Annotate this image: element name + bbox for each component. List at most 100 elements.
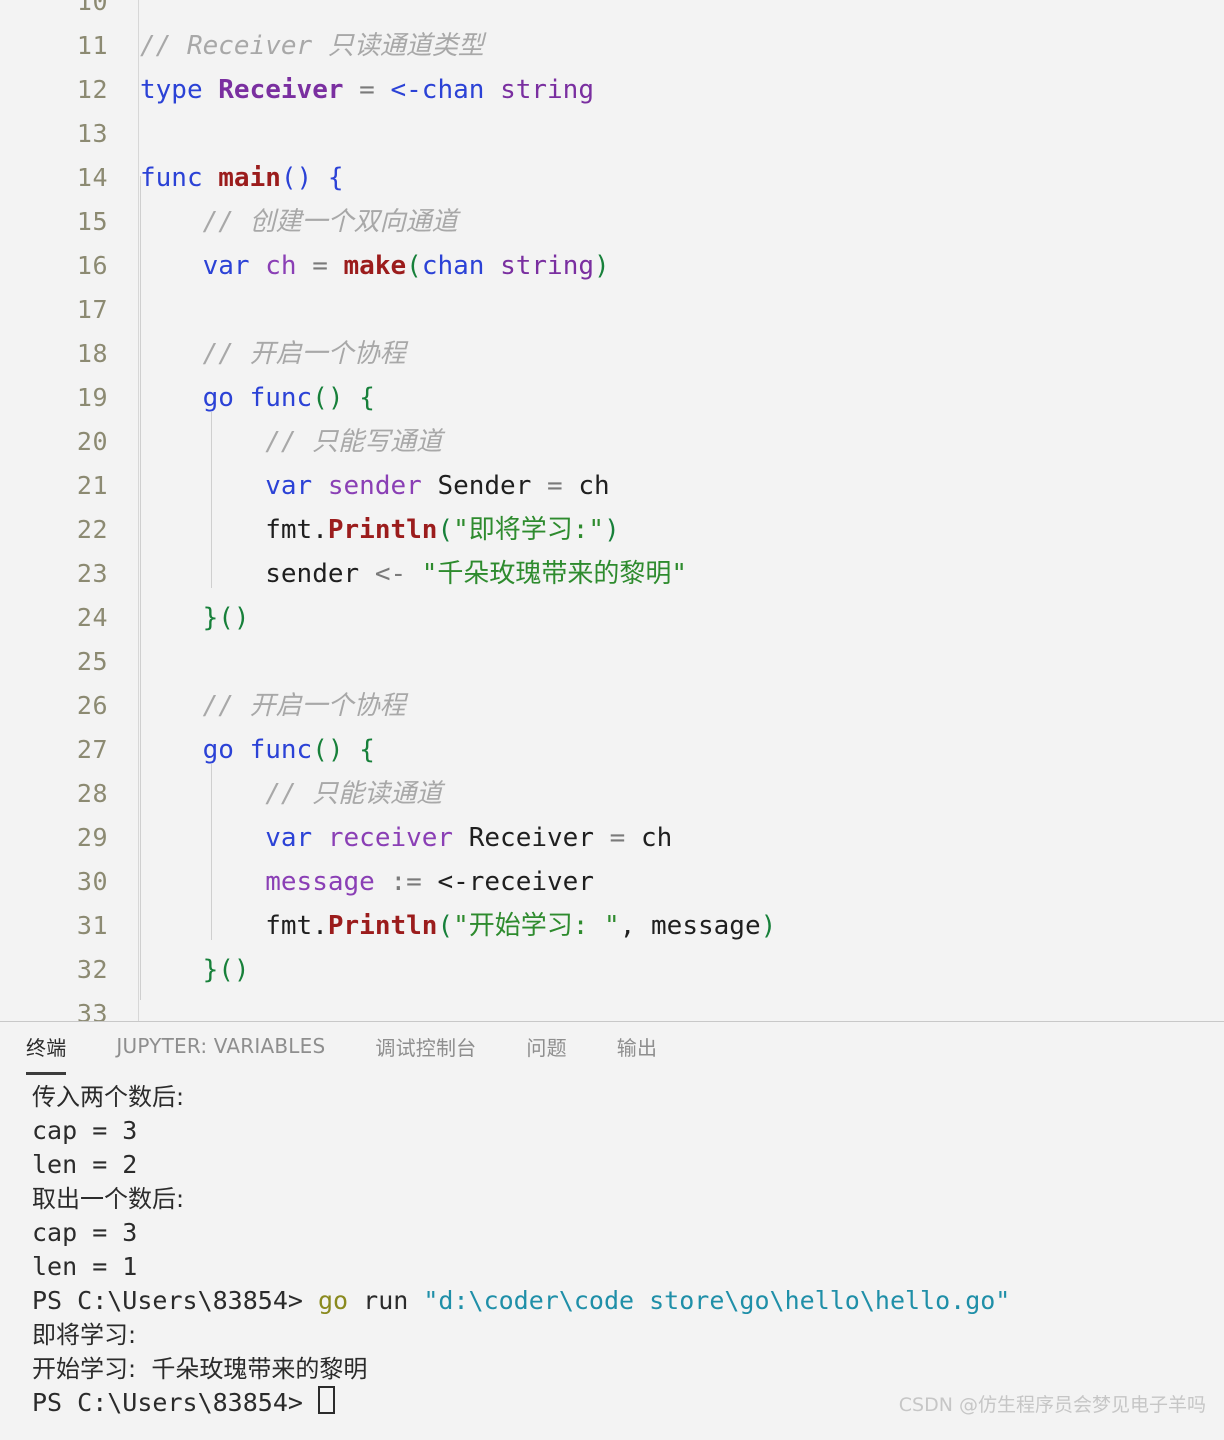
- code-token: ): [760, 911, 777, 941]
- code-token: // 只能读通道: [140, 779, 443, 809]
- indent-guide: [140, 176, 141, 1000]
- terminal-line: 即将学习:: [32, 1318, 1224, 1352]
- terminal-output[interactable]: 传入两个数后: cap = 3 len = 2 取出一个数后: cap = 3 len =…: [0, 1080, 1224, 1440]
- line-number: 10: [76, 0, 108, 16]
- code-line[interactable]: 26 // 开启一个协程: [0, 684, 1224, 728]
- line-number: 25: [76, 647, 108, 676]
- terminal-segment: PS C:\Users\83854>: [32, 1388, 318, 1417]
- code-token: main: [218, 163, 281, 193]
- code-line[interactable]: 29 var receiver Receiver = ch: [0, 816, 1224, 860]
- code-token: .: [312, 515, 328, 545]
- code-token: (: [437, 515, 454, 545]
- code-line[interactable]: 31 fmt.Println("开始学习: ", message): [0, 904, 1224, 948]
- code-line-text: // 只能写通道: [140, 420, 442, 464]
- code-line[interactable]: 23 sender <- "千朵玫瑰带来的黎明": [0, 552, 1224, 596]
- code-line-text: // 开启一个协程: [140, 332, 406, 376]
- line-number: 12: [76, 75, 108, 104]
- code-token: Sender: [437, 471, 532, 501]
- panel-tab-0[interactable]: 终端: [26, 1032, 67, 1075]
- code-token: string: [500, 251, 595, 281]
- code-token: // 只能写通道: [140, 427, 443, 457]
- code-line[interactable]: 27 go func() {: [0, 728, 1224, 772]
- terminal-segment: 即将学习:: [32, 1321, 137, 1349]
- code-line[interactable]: 25: [0, 640, 1224, 684]
- terminal-segment: 开始学习: 千朵玫瑰带来的黎明: [32, 1355, 368, 1383]
- line-number: 28: [76, 779, 108, 808]
- code-lines-container[interactable]: 10 11 // Receiver 只读通道类型 12 type Receiver = …: [0, 0, 1224, 1021]
- code-line[interactable]: 14 func main() {: [0, 156, 1224, 200]
- terminal-segment: PS C:\Users\83854>: [32, 1286, 318, 1315]
- code-line[interactable]: 16 var ch = make(chan string): [0, 244, 1224, 288]
- code-line[interactable]: 18 // 开启一个协程: [0, 332, 1224, 376]
- line-number: 22: [76, 515, 108, 544]
- code-token: {: [359, 735, 375, 765]
- code-line[interactable]: 19 go func() {: [0, 376, 1224, 420]
- terminal-segment: 取出一个数后:: [32, 1185, 185, 1213]
- code-line[interactable]: 21 var sender Sender = ch: [0, 464, 1224, 508]
- panel-tab-2[interactable]: 调试控制台: [375, 1032, 476, 1069]
- code-line[interactable]: 13: [0, 112, 1224, 156]
- line-number: 20: [76, 427, 108, 456]
- code-line[interactable]: 24 }(): [0, 596, 1224, 640]
- code-token: // 开启一个协程: [140, 339, 406, 369]
- code-line[interactable]: 32 }(): [0, 948, 1224, 992]
- code-token: ch: [578, 471, 610, 501]
- code-line-text: fmt.Println("开始学习: ", message): [140, 904, 776, 948]
- code-line[interactable]: 33: [0, 992, 1224, 1021]
- code-token: Println: [327, 911, 438, 941]
- code-token: ): [594, 251, 610, 281]
- code-token: ,: [619, 911, 652, 941]
- bottom-panel[interactable]: 终端 JUPYTER: VARIABLES 调试控制台 问题 输出 传入两个数后: cap…: [0, 1021, 1224, 1439]
- code-line[interactable]: 17: [0, 288, 1224, 332]
- code-token: Println: [327, 515, 438, 545]
- terminal-segment: run: [348, 1286, 424, 1315]
- code-line[interactable]: 15 // 创建一个双向通道: [0, 200, 1224, 244]
- panel-tab-1[interactable]: JUPYTER: VARIABLES: [116, 1034, 325, 1066]
- code-line-text: // 只能读通道: [140, 772, 442, 816]
- panel-tab-3[interactable]: 问题: [526, 1032, 566, 1069]
- code-line[interactable]: 11 // Receiver 只读通道类型: [0, 24, 1224, 68]
- code-token: sender: [265, 559, 360, 589]
- code-token: var: [202, 251, 250, 281]
- code-line-text: sender <- "千朵玫瑰带来的黎明": [140, 552, 687, 596]
- code-token: Receiver: [468, 823, 594, 853]
- code-token: <-: [374, 559, 407, 589]
- code-line[interactable]: 12 type Receiver = <-chan string: [0, 68, 1224, 112]
- code-line-text: type Receiver = <-chan string: [140, 68, 594, 112]
- terminal-segment: len = 1: [32, 1252, 138, 1281]
- code-line[interactable]: 10: [0, 0, 1224, 24]
- code-token: Receiver: [218, 75, 344, 105]
- terminal-line: 开始学习: 千朵玫瑰带来的黎明: [32, 1352, 1224, 1386]
- code-line-text: message := <-receiver: [140, 860, 594, 904]
- code-line-text: // Receiver 只读通道类型: [140, 24, 484, 68]
- code-editor[interactable]: 10 11 // Receiver 只读通道类型 12 type Receiver = …: [0, 0, 1224, 1021]
- terminal-cursor: [317, 1386, 335, 1414]
- code-token: string: [500, 75, 594, 105]
- panel-tab-bar[interactable]: 终端 JUPYTER: VARIABLES 调试控制台 问题 输出: [0, 1022, 1224, 1078]
- code-line[interactable]: 30 message := <-receiver: [0, 860, 1224, 904]
- terminal-line: len = 1: [32, 1250, 1224, 1284]
- panel-tab-4[interactable]: 输出: [617, 1032, 657, 1069]
- code-line[interactable]: 22 fmt.Println("即将学习:"): [0, 508, 1224, 552]
- code-token: // 创建一个双向通道: [140, 207, 458, 237]
- code-token: go: [202, 383, 234, 413]
- code-line[interactable]: 20 // 只能写通道: [0, 420, 1224, 464]
- line-number: 24: [76, 603, 108, 632]
- code-line[interactable]: 28 // 只能读通道: [0, 772, 1224, 816]
- code-token: // Receiver 只读通道类型: [140, 31, 484, 61]
- code-line-text: go func() {: [140, 728, 375, 772]
- terminal-line: len = 2: [32, 1148, 1224, 1182]
